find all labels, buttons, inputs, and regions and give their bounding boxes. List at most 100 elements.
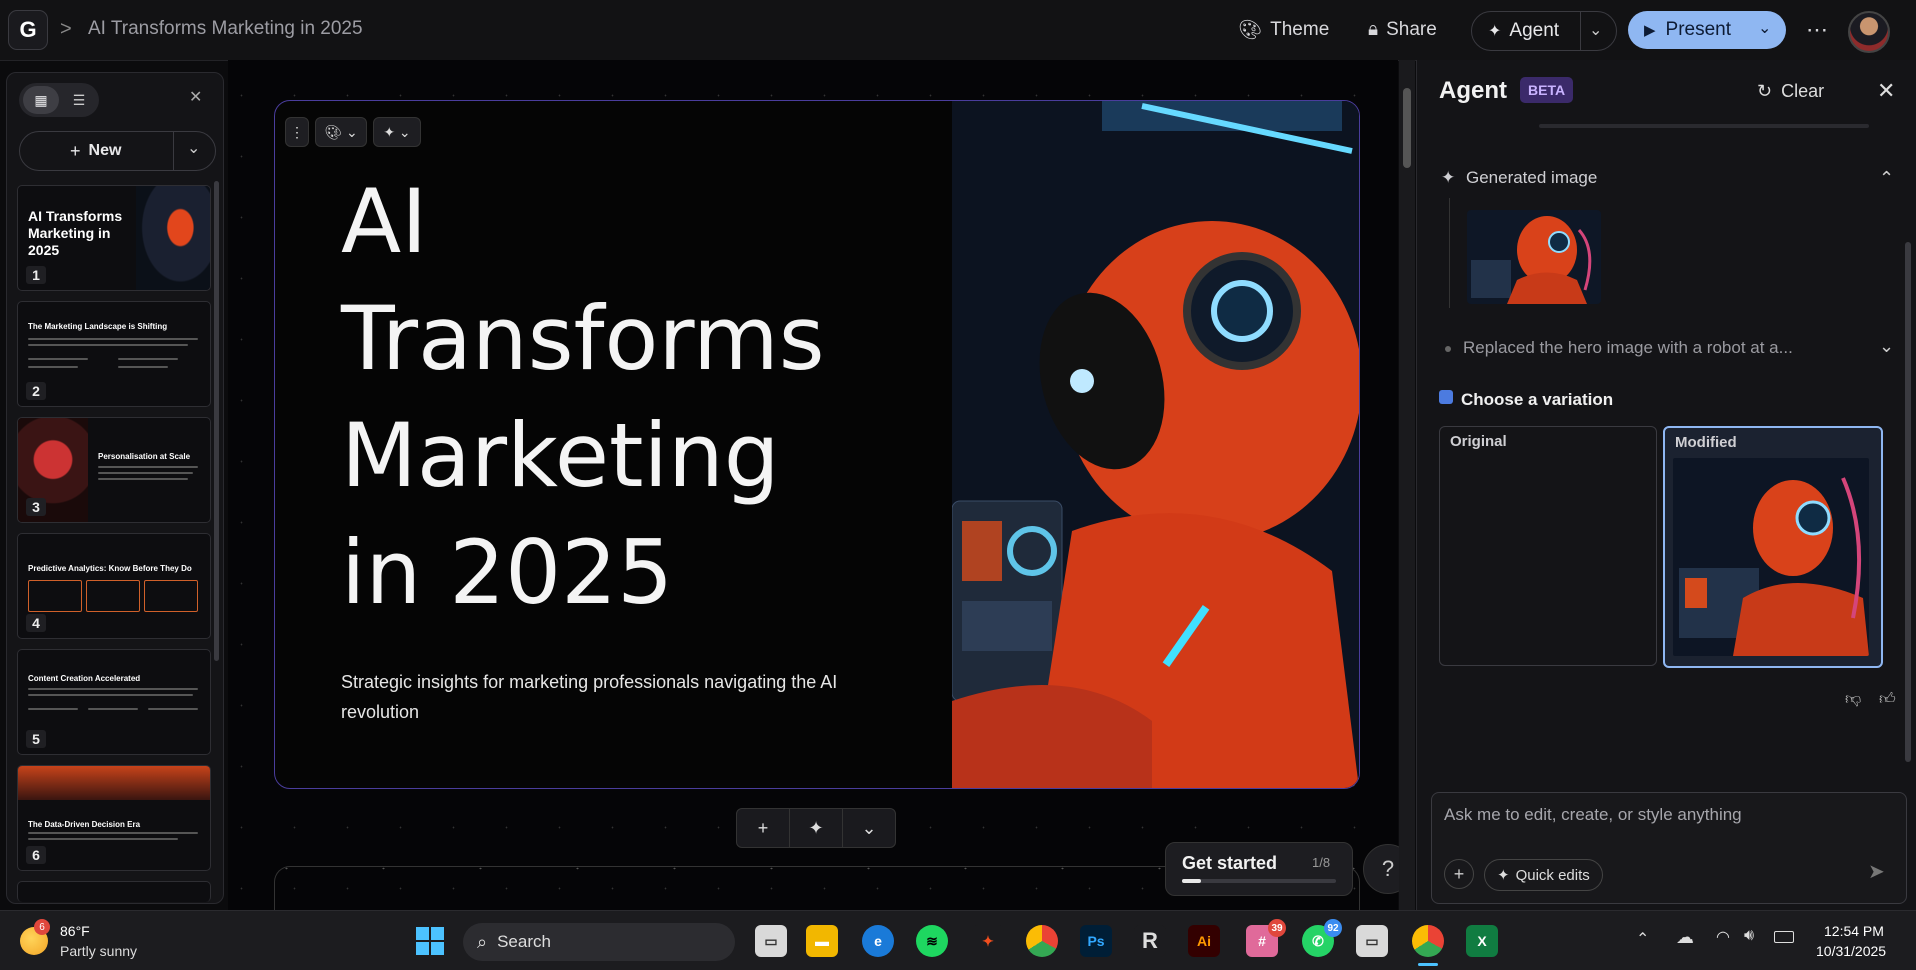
view-toggle[interactable]: ▦ ☰ [19,83,99,117]
battery-icon[interactable] [1774,931,1794,943]
chrome-icon[interactable] [1026,925,1058,957]
replaced-description[interactable]: Replaced the hero image with a robot at … [1463,338,1793,358]
slack-icon[interactable]: # 39 [1246,919,1286,957]
generated-image-thumbnail[interactable] [1467,210,1601,304]
quick-edits-button[interactable]: ✦ Quick edits [1484,859,1603,891]
panel-scrollbar[interactable] [214,181,219,661]
weather-temp: 86°F [60,923,90,939]
task-view-icon[interactable]: ▭ [755,925,787,957]
present-button[interactable]: ▶ Present ⌄ [1628,11,1786,49]
illustrator-icon[interactable]: Ai [1188,925,1220,957]
agent-panel-title: Agent [1439,77,1507,104]
thumb-number: 1 [26,266,46,284]
grid-view-icon[interactable]: ▦ [23,86,59,114]
chrome-active-icon[interactable] [1412,925,1444,957]
theme-button[interactable]: 🎨︎ Theme [1238,12,1329,48]
slide-thumbnail-2[interactable]: The Marketing Landscape is Shifting 2 [17,301,211,407]
close-agent-icon[interactable]: ✕ [1877,78,1895,104]
thumb-line [28,688,198,690]
generated-image-header[interactable]: ✦ Generated image [1441,168,1597,188]
slide-thumbnail-3[interactable]: Personalisation at Scale 3 [17,417,211,523]
slack-badge: 39 [1268,919,1286,937]
variation-original-card[interactable]: Original [1439,426,1657,666]
more-options-icon[interactable]: ⋯ [1806,12,1828,48]
slide-subtitle[interactable]: Strategic insights for marketing profess… [341,667,901,727]
figma-icon[interactable]: ✦ [972,925,1004,957]
spotify-icon[interactable]: ≋ [916,925,948,957]
agent-button[interactable]: ✦ Agent ⌄ [1471,11,1617,51]
gamma-logo-icon[interactable]: G [8,10,48,50]
present-label: Present [1665,19,1732,40]
modified-robot-image [1673,458,1869,656]
slide-thumbnail-4[interactable]: Predictive Analytics: Know Before They D… [17,533,211,639]
list-view-icon[interactable]: ☰ [61,86,97,114]
variation-modified-card[interactable]: Modified [1663,426,1883,668]
windows-start-icon[interactable] [416,927,444,955]
onedrive-cloud-icon[interactable]: ☁ [1676,927,1694,948]
collapse-chevron-up-icon[interactable]: ⌃ [1879,168,1894,189]
expand-chevron-down-icon[interactable]: ⌄ [1879,336,1894,357]
slide-ai-sparkle-icon[interactable]: ✦ ⌄ [373,117,421,147]
thumb-title: Personalisation at Scale [98,452,191,461]
ai-generate-sparkle-icon[interactable]: ✦ [790,809,843,847]
thumb-title: Content Creation Accelerated [28,674,141,683]
show-hidden-icons-chevron-icon[interactable]: ⌃ [1636,929,1649,949]
clock-date[interactable]: 10/31/2025 [1816,943,1886,959]
thumbs-up-icon[interactable]: 👍︎ [1879,690,1896,709]
slide-title[interactable]: AI Transforms Marketing in 2025 [341,163,841,631]
active-app-indicator [1418,963,1438,966]
get-started-label: Get started [1182,853,1278,873]
document-title[interactable]: AI Transforms Marketing in 2025 [88,18,363,40]
canvas-scrollbar[interactable] [1399,60,1415,910]
slide-menu-icon[interactable]: ⋮ [285,117,309,147]
add-card-chevron-down-icon[interactable]: ⌄ [843,809,895,847]
agent-input-placeholder[interactable]: Ask me to edit, create, or style anythin… [1444,805,1742,825]
thumb-line [28,694,193,696]
clear-button[interactable]: ↻ Clear [1757,81,1824,102]
taskbar-search[interactable]: ⌕ Search [463,923,735,961]
share-button[interactable]: 🔒︎ Share [1368,12,1437,48]
thumbs-down-icon[interactable]: 👎︎ [1845,690,1861,709]
thumb-line [98,478,188,480]
edge-icon[interactable]: e [862,925,894,957]
close-panel-icon[interactable]: ✕ [189,87,202,107]
agent-input-box[interactable]: Ask me to edit, create, or style anythin… [1431,792,1907,904]
clock-time[interactable]: 12:54 PM [1824,923,1884,939]
volume-icon[interactable]: 🔊︎ [1744,927,1754,945]
file-explorer-icon[interactable]: ▬ [806,925,838,957]
thumb-line [28,344,188,346]
r-app-icon[interactable]: R [1134,925,1166,957]
add-card-plus-icon[interactable]: + [737,809,790,847]
weather-widget[interactable]: 6 86°F Partly sunny [20,919,180,963]
wifi-icon[interactable]: ◠ [1716,927,1730,947]
slide-style-palette-icon[interactable]: 🎨︎ ⌄ [315,117,367,147]
slide-thumbnail-1[interactable]: AI Transforms Marketing in 2025 1 [17,185,211,291]
present-chevron-down-icon[interactable]: ⌄ [1758,18,1771,38]
variation-original-label: Original [1450,433,1507,450]
slide-thumbnail-6[interactable]: The Data-Driven Decision Era 6 [17,765,211,871]
avatar[interactable] [1848,11,1890,53]
agent-chevron-down-icon[interactable]: ⌄ [1589,20,1602,40]
new-slide-button[interactable]: + New ⌄ [19,131,216,171]
thumb-line [28,338,198,340]
new-label: New [88,142,122,159]
get-started-widget[interactable]: Get started 1/8 [1165,842,1353,896]
attach-plus-icon[interactable]: + [1444,859,1474,889]
photoshop-icon[interactable]: Ps [1080,925,1112,957]
breadcrumb-chevron-icon: > [60,18,72,40]
excel-icon[interactable]: X [1466,925,1498,957]
slide-thumbnail-5[interactable]: Content Creation Accelerated 5 [17,649,211,755]
new-chevron-down-icon[interactable]: ⌄ [187,138,200,158]
palette-icon: 🎨︎ [1238,20,1263,41]
thumb-title: Predictive Analytics: Know Before They D… [28,564,192,573]
get-started-progress-text: 1/8 [1312,855,1331,870]
whatsapp-icon[interactable]: ✆ 92 [1302,919,1342,957]
title-slide[interactable]: ⋮ 🎨︎ ⌄ ✦ ⌄ ▤ AI Transforms Marketing in … [274,100,1360,789]
thumb-chart-image [18,766,210,800]
robot-hero-image[interactable] [952,101,1359,788]
slide-thumbnail-7[interactable] [17,881,211,902]
agent-scrollbar[interactable] [1903,122,1913,782]
get-started-progress-fill [1182,879,1202,883]
monitor-app-icon[interactable]: ▭ [1356,925,1388,957]
send-icon[interactable]: ➤ [1868,859,1885,884]
